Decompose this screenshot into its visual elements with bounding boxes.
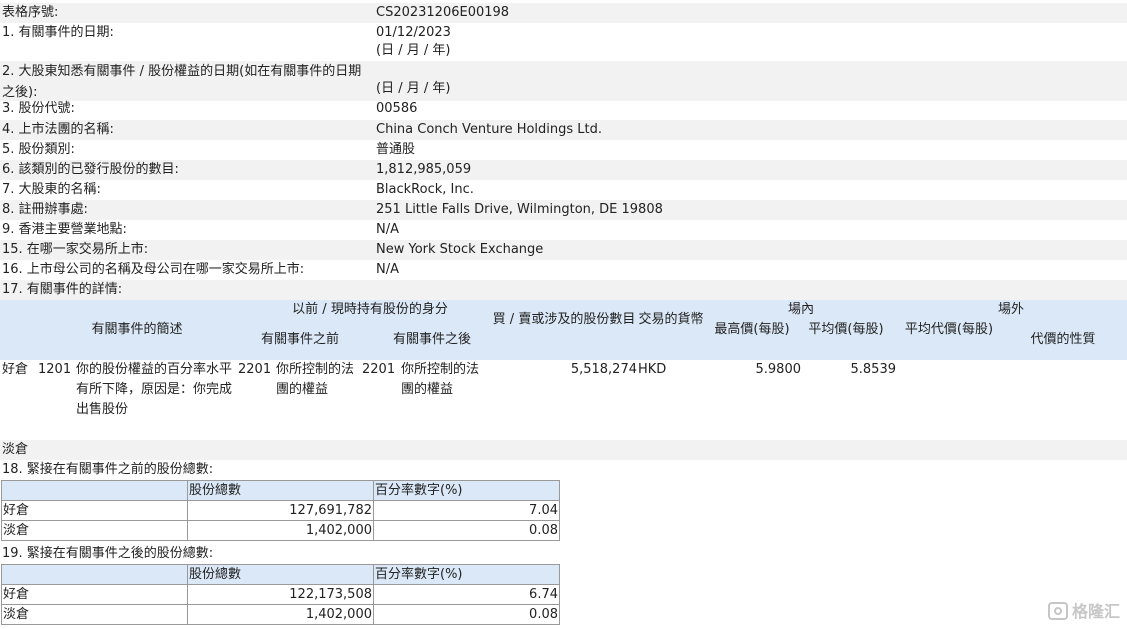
form-row-15: 15. 在哪一家交易所上市: New York Stock Exchange — [0, 240, 1127, 260]
label-share-class: 5. 股份類別: — [2, 142, 75, 157]
form-row-3: 3. 股份代號: 00586 — [0, 99, 1127, 119]
form-row-9: 9. 香港主要營業地點: N/A — [0, 220, 1127, 240]
label-company-name: 4. 上市法團的名稱: — [2, 122, 114, 137]
label-registered-office: 8. 註冊辦事處: — [2, 202, 88, 217]
form-row-1: 1. 有關事件的日期: 01/12/2023 (日 / 月 / 年) — [0, 23, 1127, 63]
holdings-after-table: 股份總數 百分率數字(%) 好倉 122,173,508 6.74 淡倉 1,4… — [1, 564, 560, 625]
row-shares: 127,691,782 — [187, 500, 374, 521]
value-serial: CS20231206E00198 — [376, 5, 510, 20]
label-event-date: 1. 有關事件的日期: — [2, 25, 114, 40]
row-label: 淡倉 — [1, 604, 188, 625]
row-percentage: 7.04 — [373, 500, 560, 521]
header-percentage: 百分率數字(%) — [373, 480, 560, 501]
header-on-exchange: 場內 — [787, 302, 814, 317]
row-shares: 122,173,508 — [187, 584, 374, 605]
row-avg-price: 5.8539 — [850, 362, 897, 377]
label-event-details: 17. 有關事件的詳情: — [2, 282, 123, 297]
header-off-avg: 平均代價(每股) — [904, 322, 994, 337]
holdings-before-table: 股份總數 百分率數字(%) 好倉 127,691,782 7.04 淡倉 1,4… — [1, 480, 560, 541]
form-row-16: 16. 上市母公司的名稱及母公司在哪一家交易所上市: N/A — [0, 260, 1127, 280]
value-parent-company: N/A — [376, 262, 399, 277]
label-stock-code: 3. 股份代號: — [2, 101, 75, 116]
watermark: 格隆汇 — [1048, 600, 1126, 624]
value-registered-office: 251 Little Falls Drive, Wilmington, DE 1… — [376, 202, 663, 217]
row-shares: 1,402,000 — [187, 520, 374, 541]
row-desc: 你的股份權益的百分率水平有所下降，原因是：你完成出售股份 — [76, 362, 233, 417]
header-total-shares: 股份總數 — [187, 480, 374, 501]
row-code: 1201 — [38, 362, 72, 377]
value-company-name: China Conch Venture Holdings Ltd. — [376, 122, 603, 137]
watermark-text: 格隆汇 — [1072, 602, 1121, 621]
table-row: 好倉 122,173,508 6.74 — [1, 584, 560, 605]
event-short-row: 淡倉 — [0, 440, 1127, 460]
value-share-class: 普通股 — [376, 142, 416, 157]
section-19-title-row: 19. 緊接在有關事件之後的股份總數: — [0, 544, 1127, 564]
header-total-shares: 股份總數 — [187, 564, 374, 585]
event-table-header: 有關事件的簡述 以前 / 現時持有股份的身分 有關事件之前 有關事件之後 買 /… — [0, 300, 1127, 360]
row-percentage: 6.74 — [373, 584, 560, 605]
header-high-price: 最高價(每股) — [714, 322, 790, 337]
form-row-7: 7. 大股東的名稱: BlackRock, Inc. — [0, 180, 1127, 200]
label-issued-shares: 6. 該類別的已發行股份的數目: — [2, 162, 179, 177]
table-row: 好倉 127,691,782 7.04 — [1, 500, 560, 521]
row-currency: HKD — [638, 362, 667, 377]
form-row-8: 8. 註冊辦事處: 251 Little Falls Drive, Wilmin… — [0, 200, 1127, 220]
header-avg-price: 平均價(每股) — [808, 322, 884, 337]
value-exchange: New York Stock Exchange — [376, 242, 544, 257]
value-issued-shares: 1,812,985,059 — [376, 162, 472, 177]
table-row: 淡倉 1,402,000 0.08 — [1, 520, 560, 541]
gelonghui-logo-icon — [1048, 602, 1068, 620]
section-18-title: 18. 緊接在有關事件之前的股份總數: — [2, 462, 214, 477]
header-currency: 交易的貨幣 — [638, 312, 704, 327]
row-position: 好倉 — [2, 362, 29, 377]
row-label: 淡倉 — [1, 520, 188, 541]
value-event-date-format: (日 / 月 / 年) — [376, 43, 451, 58]
header-percentage: 百分率數字(%) — [373, 564, 560, 585]
row-after-text: 你所控制的法團的權益 — [401, 362, 480, 397]
row-label: 好倉 — [1, 584, 188, 605]
row-after-code: 2201 — [362, 362, 396, 377]
value-event-date: 01/12/2023 — [376, 25, 451, 40]
value-awareness-date-format: (日 / 月 / 年) — [376, 81, 451, 96]
form-row-4: 4. 上市法團的名稱: China Conch Venture Holdings… — [0, 120, 1127, 140]
row-before-text: 你所控制的法團的權益 — [276, 362, 355, 397]
row-shares: 5,518,274 — [570, 362, 637, 377]
section-18-title-row: 18. 緊接在有關事件之前的股份總數: — [0, 460, 1127, 480]
header-capacity-group: 以前 / 現時持有股份的身分 — [292, 302, 448, 317]
form-row-2: 2. 大股東知悉有關事件 / 股份權益的日期(如在有關事件的日期之後): (日 … — [0, 61, 1127, 101]
header-after: 有關事件之後 — [392, 332, 471, 347]
short-position-label: 淡倉 — [2, 442, 29, 457]
table-header-row: 股份總數 百分率數字(%) — [1, 564, 560, 585]
header-empty — [1, 564, 188, 585]
row-high-price: 5.9800 — [755, 362, 802, 377]
label-awareness-date: 2. 大股東知悉有關事件 / 股份權益的日期(如在有關事件的日期之後): — [2, 64, 362, 100]
label-shareholder-name: 7. 大股東的名稱: — [2, 182, 101, 197]
form-row-6: 6. 該類別的已發行股份的數目: 1,812,985,059 — [0, 160, 1127, 180]
label-hk-business-place: 9. 香港主要營業地點: — [2, 222, 127, 237]
row-label: 好倉 — [1, 500, 188, 521]
section-19-title: 19. 緊接在有關事件之後的股份總數: — [2, 546, 214, 561]
header-before: 有關事件之前 — [260, 332, 339, 347]
form-row-serial: 表格序號: CS20231206E00198 — [0, 3, 1127, 23]
form-row-5: 5. 股份類別: 普通股 — [0, 140, 1127, 160]
header-desc: 有關事件的簡述 — [91, 322, 183, 337]
label-serial: 表格序號: — [2, 5, 59, 20]
row-percentage: 0.08 — [373, 604, 560, 625]
form-row-17: 17. 有關事件的詳情: — [0, 280, 1127, 300]
label-exchange: 15. 在哪一家交易所上市: — [2, 242, 149, 257]
event-table-row: 好倉 1201 你的股份權益的百分率水平有所下降，原因是：你完成出售股份 220… — [0, 360, 1127, 440]
row-shares: 1,402,000 — [187, 604, 374, 625]
row-before-code: 2201 — [238, 362, 272, 377]
header-consideration: 代價的性質 — [1030, 332, 1096, 347]
table-header-row: 股份總數 百分率數字(%) — [1, 480, 560, 501]
header-shares: 買 / 賣或涉及的股份數目 — [492, 312, 636, 327]
value-stock-code: 00586 — [376, 101, 418, 116]
header-empty — [1, 480, 188, 501]
value-hk-business-place: N/A — [376, 222, 399, 237]
label-parent-company: 16. 上市母公司的名稱及母公司在哪一家交易所上市: — [2, 262, 305, 277]
table-row: 淡倉 1,402,000 0.08 — [1, 604, 560, 625]
value-shareholder-name: BlackRock, Inc. — [376, 182, 474, 197]
row-percentage: 0.08 — [373, 520, 560, 541]
header-off-exchange: 場外 — [997, 302, 1024, 317]
